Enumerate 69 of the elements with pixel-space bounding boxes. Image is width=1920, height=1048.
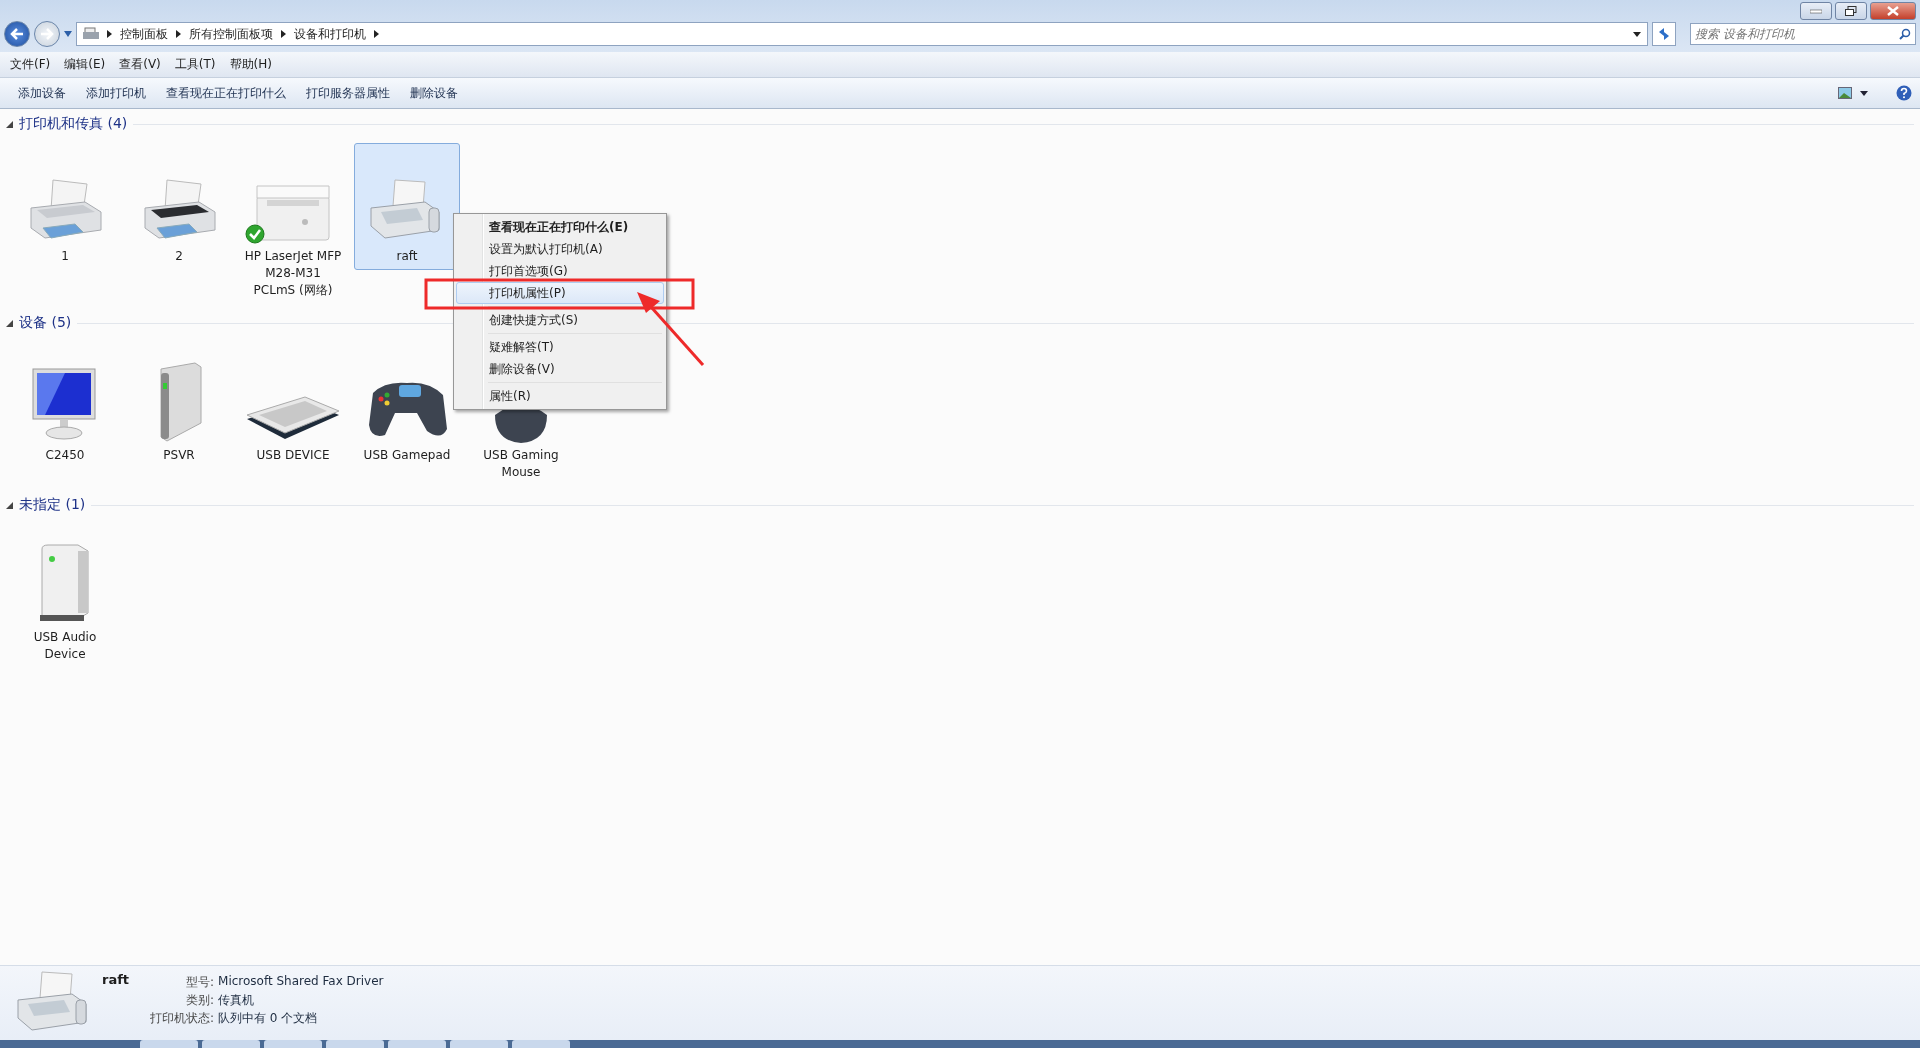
breadcrumb[interactable]: 所有控制面板项	[189, 25, 273, 43]
back-button[interactable]	[4, 21, 30, 47]
menu-item[interactable]: 打印机属性(P)	[456, 282, 664, 304]
field-value: Microsoft Shared Fax Driver	[218, 974, 384, 990]
field-label: 类别:	[185, 992, 215, 1009]
chevron-right-icon[interactable]	[374, 30, 379, 38]
device-label: USB Gamepad	[362, 447, 452, 464]
field-label: 打印机状态:	[150, 1010, 215, 1027]
menu-item[interactable]: 帮助(H)	[223, 54, 278, 75]
device-item[interactable]: PSVR	[126, 342, 232, 469]
menu-item[interactable]: 创建快捷方式(S)	[456, 309, 664, 331]
toolbar-button[interactable]: 打印服务器属性	[296, 80, 400, 106]
device-label: 2	[174, 248, 184, 265]
refresh-button[interactable]	[1652, 22, 1676, 46]
address-bar[interactable]: 控制面板 所有控制面板项 设备和打印机	[76, 22, 1648, 46]
restore-button[interactable]	[1835, 2, 1867, 20]
device-label: 1	[60, 248, 70, 265]
chevron-right-icon[interactable]	[281, 30, 286, 38]
collapse-arrow-icon[interactable]	[6, 120, 13, 128]
forward-arrow-icon	[40, 28, 54, 40]
help-icon[interactable]	[1896, 85, 1912, 101]
device-label: HP LaserJet MFP M28-M31 PCLmS (网络)	[243, 248, 343, 299]
device-name: raft	[102, 972, 131, 987]
chevron-right-icon[interactable]	[176, 30, 181, 38]
device-item[interactable]: 1	[12, 143, 118, 270]
back-arrow-icon	[10, 28, 24, 40]
menu-item[interactable]: 编辑(E)	[58, 54, 112, 75]
collapse-arrow-icon[interactable]	[6, 319, 13, 327]
field-value: 队列中有 0 个文档	[218, 1010, 319, 1027]
close-icon	[1887, 6, 1899, 16]
group-header[interactable]: 未指定 (1)	[19, 496, 86, 514]
device-label: raft	[395, 248, 419, 265]
menu-item[interactable]: 文件(F)	[4, 54, 57, 75]
device-label: USB DEVICE	[255, 447, 331, 464]
device-item[interactable]: raft	[354, 143, 460, 270]
search-field[interactable]: 搜索 设备和打印机	[1690, 23, 1916, 45]
toolbar-button[interactable]: 查看现在正在打印什么	[156, 80, 296, 106]
search-icon[interactable]	[1899, 28, 1911, 40]
forward-button[interactable]	[34, 21, 60, 47]
toolbar-button[interactable]: 添加打印机	[76, 80, 156, 106]
field-value: 传真机	[218, 992, 256, 1009]
close-button[interactable]	[1870, 2, 1916, 20]
device-item[interactable]: 2	[126, 143, 232, 270]
toolbar-button[interactable]: 添加设备	[8, 80, 76, 106]
restore-icon	[1845, 6, 1857, 16]
refresh-icon	[1657, 27, 1671, 41]
device-item[interactable]: HP LaserJet MFP M28-M31 PCLmS (网络)	[240, 143, 346, 304]
toolbar-button[interactable]: 删除设备	[400, 80, 468, 106]
group-header[interactable]: 打印机和传真 (4)	[19, 115, 128, 133]
field-label: 型号:	[185, 974, 215, 991]
device-item[interactable]: USB Audio Device	[12, 524, 118, 668]
breadcrumb[interactable]: 控制面板	[120, 25, 168, 43]
view-icon[interactable]	[1838, 87, 1852, 99]
device-label: USB Gaming Mouse	[482, 447, 560, 481]
device-label: USB Audio Device	[32, 629, 98, 663]
printer-icon	[83, 27, 99, 41]
minimize-icon	[1810, 8, 1822, 14]
group-header[interactable]: 设备 (5)	[19, 314, 72, 332]
device-label: PSVR	[162, 447, 196, 464]
menu-item[interactable]: 工具(T)	[168, 54, 222, 75]
collapse-arrow-icon[interactable]	[6, 501, 13, 509]
dropdown-arrow-icon[interactable]	[1860, 90, 1868, 96]
chevron-right-icon[interactable]	[107, 30, 112, 38]
device-item[interactable]: C2450	[12, 342, 118, 469]
menu-item[interactable]: 查看(V)	[113, 54, 167, 75]
dropdown-arrow-icon[interactable]	[1633, 31, 1641, 37]
device-label: C2450	[44, 447, 86, 464]
device-item[interactable]: USB DEVICE	[240, 342, 346, 469]
breadcrumb[interactable]: 设备和打印机	[294, 25, 366, 43]
